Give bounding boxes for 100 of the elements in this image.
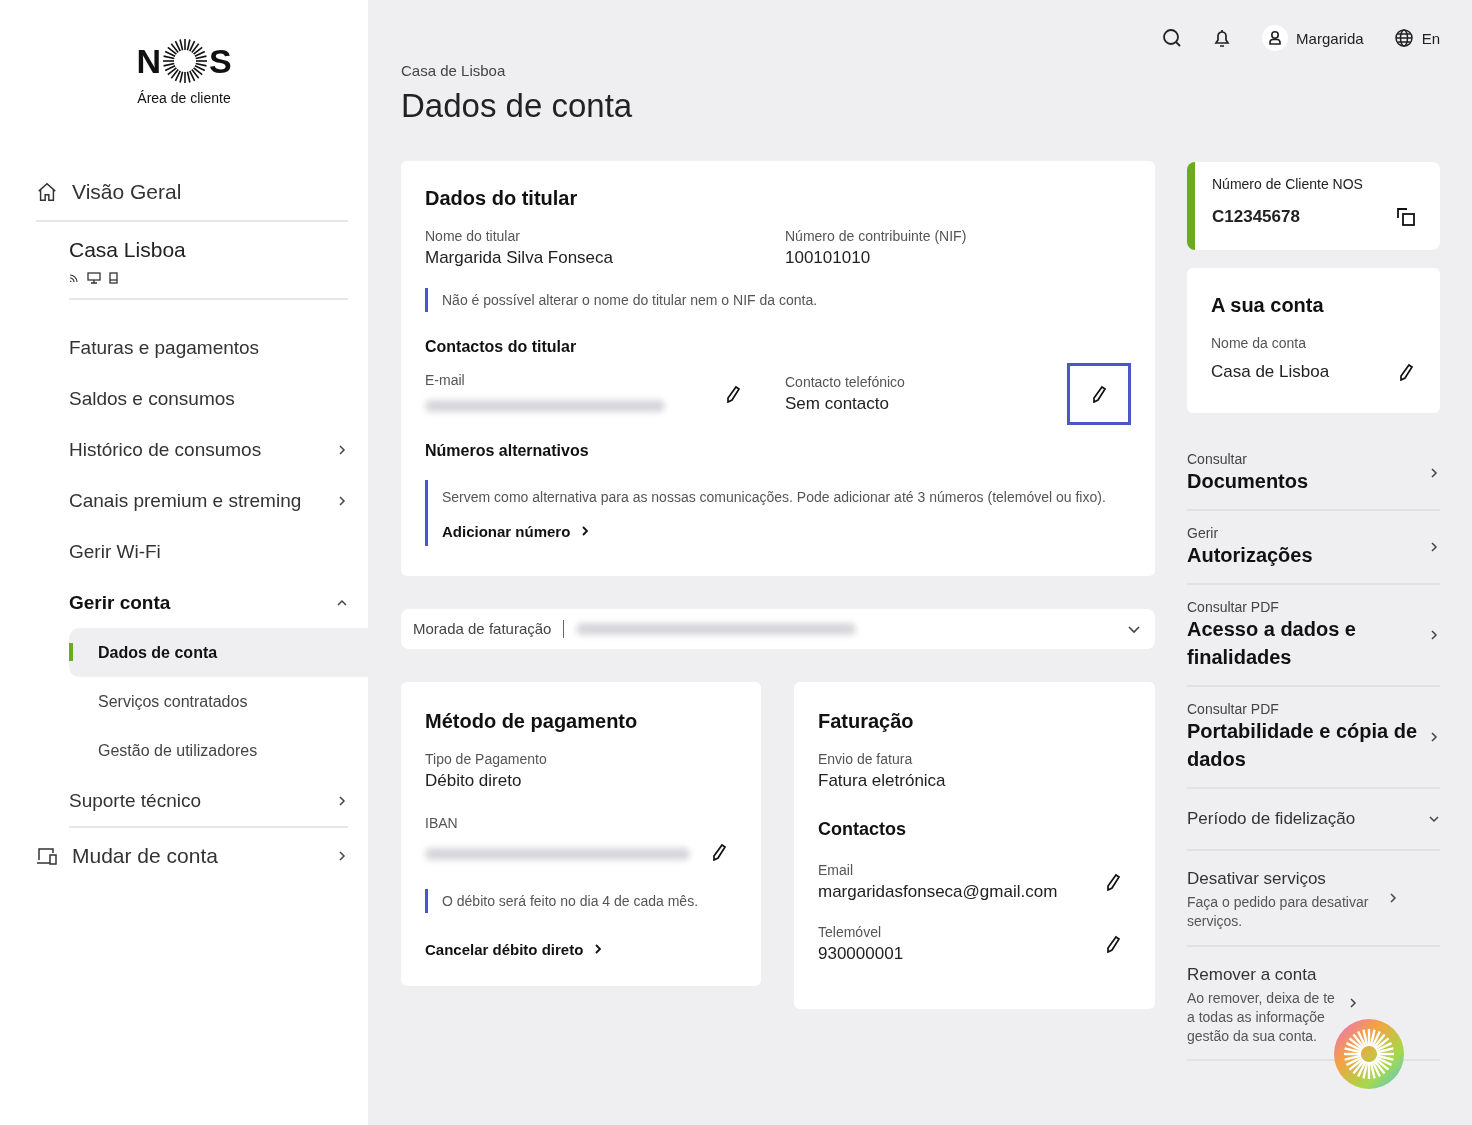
submenu-item[interactable]: Dados de conta — [69, 628, 368, 677]
pencil-icon — [710, 842, 727, 861]
chevron-icon — [1428, 629, 1440, 641]
devices-icon — [36, 846, 60, 866]
add-number-link[interactable]: Adicionar número — [442, 522, 591, 540]
client-number: C12345678 — [1212, 207, 1301, 227]
link-row[interactable]: Período de fidelização — [1187, 789, 1440, 851]
copy-icon — [1396, 207, 1416, 227]
pencil-icon — [1398, 363, 1414, 381]
link-title: Autorizações — [1187, 543, 1314, 568]
menu-item[interactable]: Saldos e consumos — [69, 373, 348, 424]
chevron-icon — [336, 850, 348, 862]
pencil-icon — [1091, 385, 1107, 403]
overview-link[interactable]: Visão Geral — [36, 180, 348, 222]
chevron-icon — [580, 525, 591, 538]
field-value: Casa de Lisboa — [1211, 362, 1331, 382]
link-row[interactable]: Gerir Autorizações — [1187, 511, 1440, 585]
card-title: A sua conta — [1211, 294, 1325, 317]
language-selector[interactable]: En — [1393, 28, 1440, 48]
info-note: Servem como alternativa para as nossas comunicações. Pode adicionar até 3 números (telemóvel ou fixo). — [442, 488, 1107, 507]
field-value: Sem contacto — [785, 394, 890, 414]
field-value: Débito direto — [425, 770, 523, 791]
breadcrumb[interactable]: Casa de Lisboa — [401, 62, 1155, 79]
link-title: Acesso a dados e finalidades — [1187, 617, 1357, 670]
field-label: Número de Cliente NOS — [1212, 176, 1364, 192]
section-title: Contactos do titular — [425, 338, 578, 356]
info-note: Não é possível alterar o nome do titular nem o NIF da conta. — [442, 292, 818, 308]
monitor-icon — [87, 272, 101, 284]
section-title: Números alternativos — [425, 442, 590, 460]
pencil-icon — [1105, 872, 1121, 891]
page-title: Dados de conta — [401, 87, 634, 125]
menu-item[interactable]: Faturas e pagamentos — [69, 322, 348, 373]
sun-logo-icon — [161, 38, 208, 84]
logo-letter: S — [208, 41, 232, 81]
globe-icon — [1393, 28, 1414, 48]
menu-item[interactable]: Suporte técnico — [69, 775, 348, 828]
chevron-icon — [593, 943, 604, 956]
field-value: margaridasfonseca@gmail.com — [818, 881, 1059, 902]
chevron-icon — [1428, 541, 1440, 553]
pencil-icon — [725, 385, 741, 403]
field-value: 100101010 — [785, 248, 872, 268]
link-title: Remover a conta — [1187, 963, 1318, 986]
chevron-icon — [1387, 891, 1399, 904]
field-label: Morada de faturação — [413, 620, 552, 638]
field-label: Nome do titular — [425, 228, 521, 244]
wifi-icon — [69, 273, 79, 283]
home-icon — [36, 181, 58, 203]
billing-address-bar[interactable]: Morada de faturação — [401, 608, 1155, 649]
menu-item[interactable]: Histórico de consumos — [69, 424, 348, 475]
info-note: O débito será feito no dia 4 de cada mês. — [442, 892, 699, 909]
link-row[interactable]: Consultar PDF Acesso a dados e finalidades — [1187, 585, 1440, 687]
submenu-item[interactable]: Serviços contratados — [69, 677, 368, 726]
chevron-icon — [336, 443, 348, 456]
menu-item[interactable]: Canais premium e streming — [69, 475, 348, 526]
field-value: 930000001 — [818, 943, 905, 964]
link-title: Documentos — [1187, 469, 1310, 494]
chevron-icon — [336, 494, 348, 507]
switch-account-link[interactable]: Mudar de conta — [36, 844, 348, 868]
field-label: Telemóvel — [818, 923, 883, 940]
card-title: Dados do titular — [425, 187, 579, 210]
link-title: Portabilidade e cópia de dados — [1187, 719, 1419, 772]
logo-subtitle: Área de cliente — [137, 90, 231, 106]
submenu-item[interactable]: Gestão de utilizadores — [69, 726, 368, 775]
link-row[interactable]: Consultar PDF Portabilidade e cópia de dados — [1187, 687, 1440, 789]
link-description: a todas as informaçõe — [1187, 1007, 1326, 1027]
chevron-icon — [1428, 813, 1440, 825]
field-label: Email — [818, 861, 854, 878]
user-icon — [1262, 25, 1289, 51]
link-kicker: Consultar PDF — [1187, 701, 1280, 717]
link-kicker: Gerir — [1187, 525, 1220, 541]
account-name: Casa Lisboa — [69, 238, 187, 262]
link-kicker: Consultar PDF — [1187, 599, 1280, 615]
user-menu[interactable]: Margarida — [1262, 25, 1364, 51]
link-title: Desativar serviços — [1187, 868, 1327, 890]
section-title: Contactos — [818, 818, 907, 840]
edit-button[interactable] — [1067, 363, 1131, 425]
link-row[interactable]: Consultar Documentos — [1187, 429, 1440, 511]
menu-item[interactable]: Gerir Wi-Fi — [69, 526, 348, 577]
pencil-icon — [1105, 934, 1121, 953]
cancel-debit-link[interactable]: Cancelar débito direto — [425, 940, 604, 958]
link-title: Período de fidelização — [1187, 808, 1357, 830]
link-description: Faça o pedido para desativar serviços. — [1187, 893, 1370, 931]
link-description: Ao remover, deixa de te — [1187, 988, 1336, 1008]
field-label: Número de contribuinte (NIF) — [785, 228, 968, 244]
link-description: gestão da sua conta. — [1187, 1026, 1318, 1046]
field-label: E-mail — [425, 372, 466, 388]
field-value: Margarida Silva Fonseca — [425, 248, 615, 268]
field-label: Nome da conta — [1211, 335, 1307, 351]
link-row[interactable]: Desativar serviços Faça o pedido para desativar serviços. — [1187, 851, 1440, 947]
phone-icon — [109, 272, 118, 284]
menu-item[interactable]: Gerir conta — [69, 577, 348, 628]
chevron-icon — [1428, 467, 1440, 479]
search-icon[interactable] — [1162, 28, 1183, 48]
card-title: Método de pagamento — [425, 709, 639, 733]
field-label: IBAN — [425, 814, 459, 831]
field-label: Contacto telefónico — [785, 374, 906, 390]
link-kicker: Consultar — [1187, 451, 1248, 467]
field-label: Envio de fatura — [818, 750, 914, 767]
logo-letter: N — [136, 41, 161, 81]
chevron-icon — [1347, 997, 1359, 1010]
